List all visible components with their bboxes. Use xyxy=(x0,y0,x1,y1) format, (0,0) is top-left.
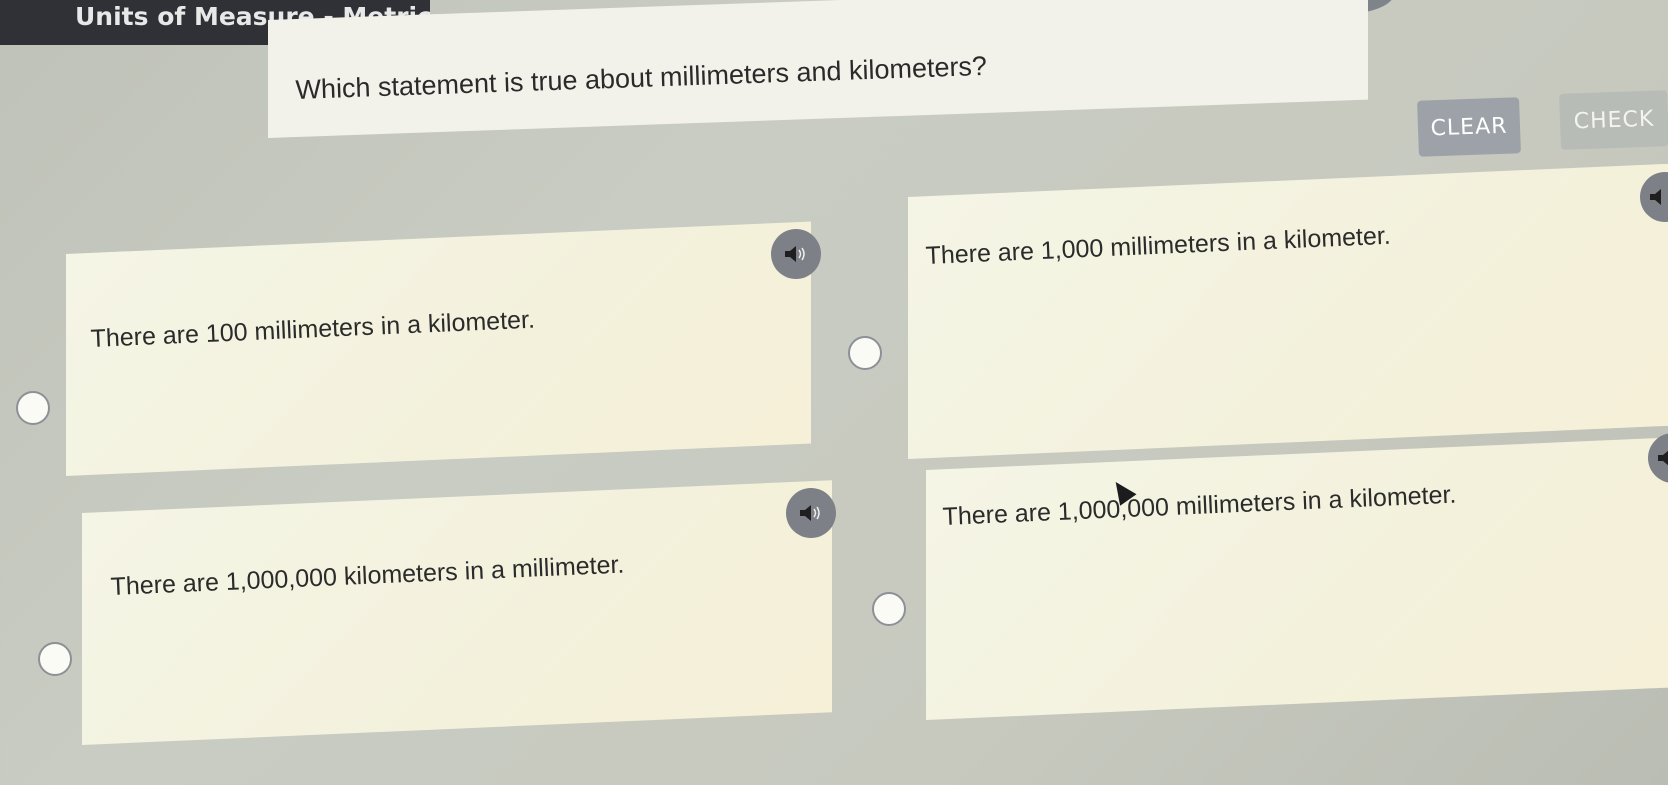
clear-button[interactable]: CLEAR xyxy=(1417,97,1521,157)
speaker-icon xyxy=(800,505,820,521)
audio-button-3[interactable] xyxy=(786,488,836,538)
answer-radio-1[interactable] xyxy=(16,391,50,425)
answer-card-2[interactable] xyxy=(908,163,1668,459)
answer-radio-4[interactable] xyxy=(872,592,906,626)
answer-radio-3[interactable] xyxy=(38,642,72,676)
answer-card-4[interactable] xyxy=(926,437,1668,720)
answer-card-3[interactable] xyxy=(82,480,832,745)
check-button[interactable]: CHECK xyxy=(1559,90,1668,150)
answer-radio-2[interactable] xyxy=(848,336,882,370)
speaker-icon xyxy=(1650,189,1661,205)
speaker-icon xyxy=(1658,450,1668,466)
audio-button-1[interactable] xyxy=(771,229,821,279)
speaker-icon xyxy=(785,246,805,262)
